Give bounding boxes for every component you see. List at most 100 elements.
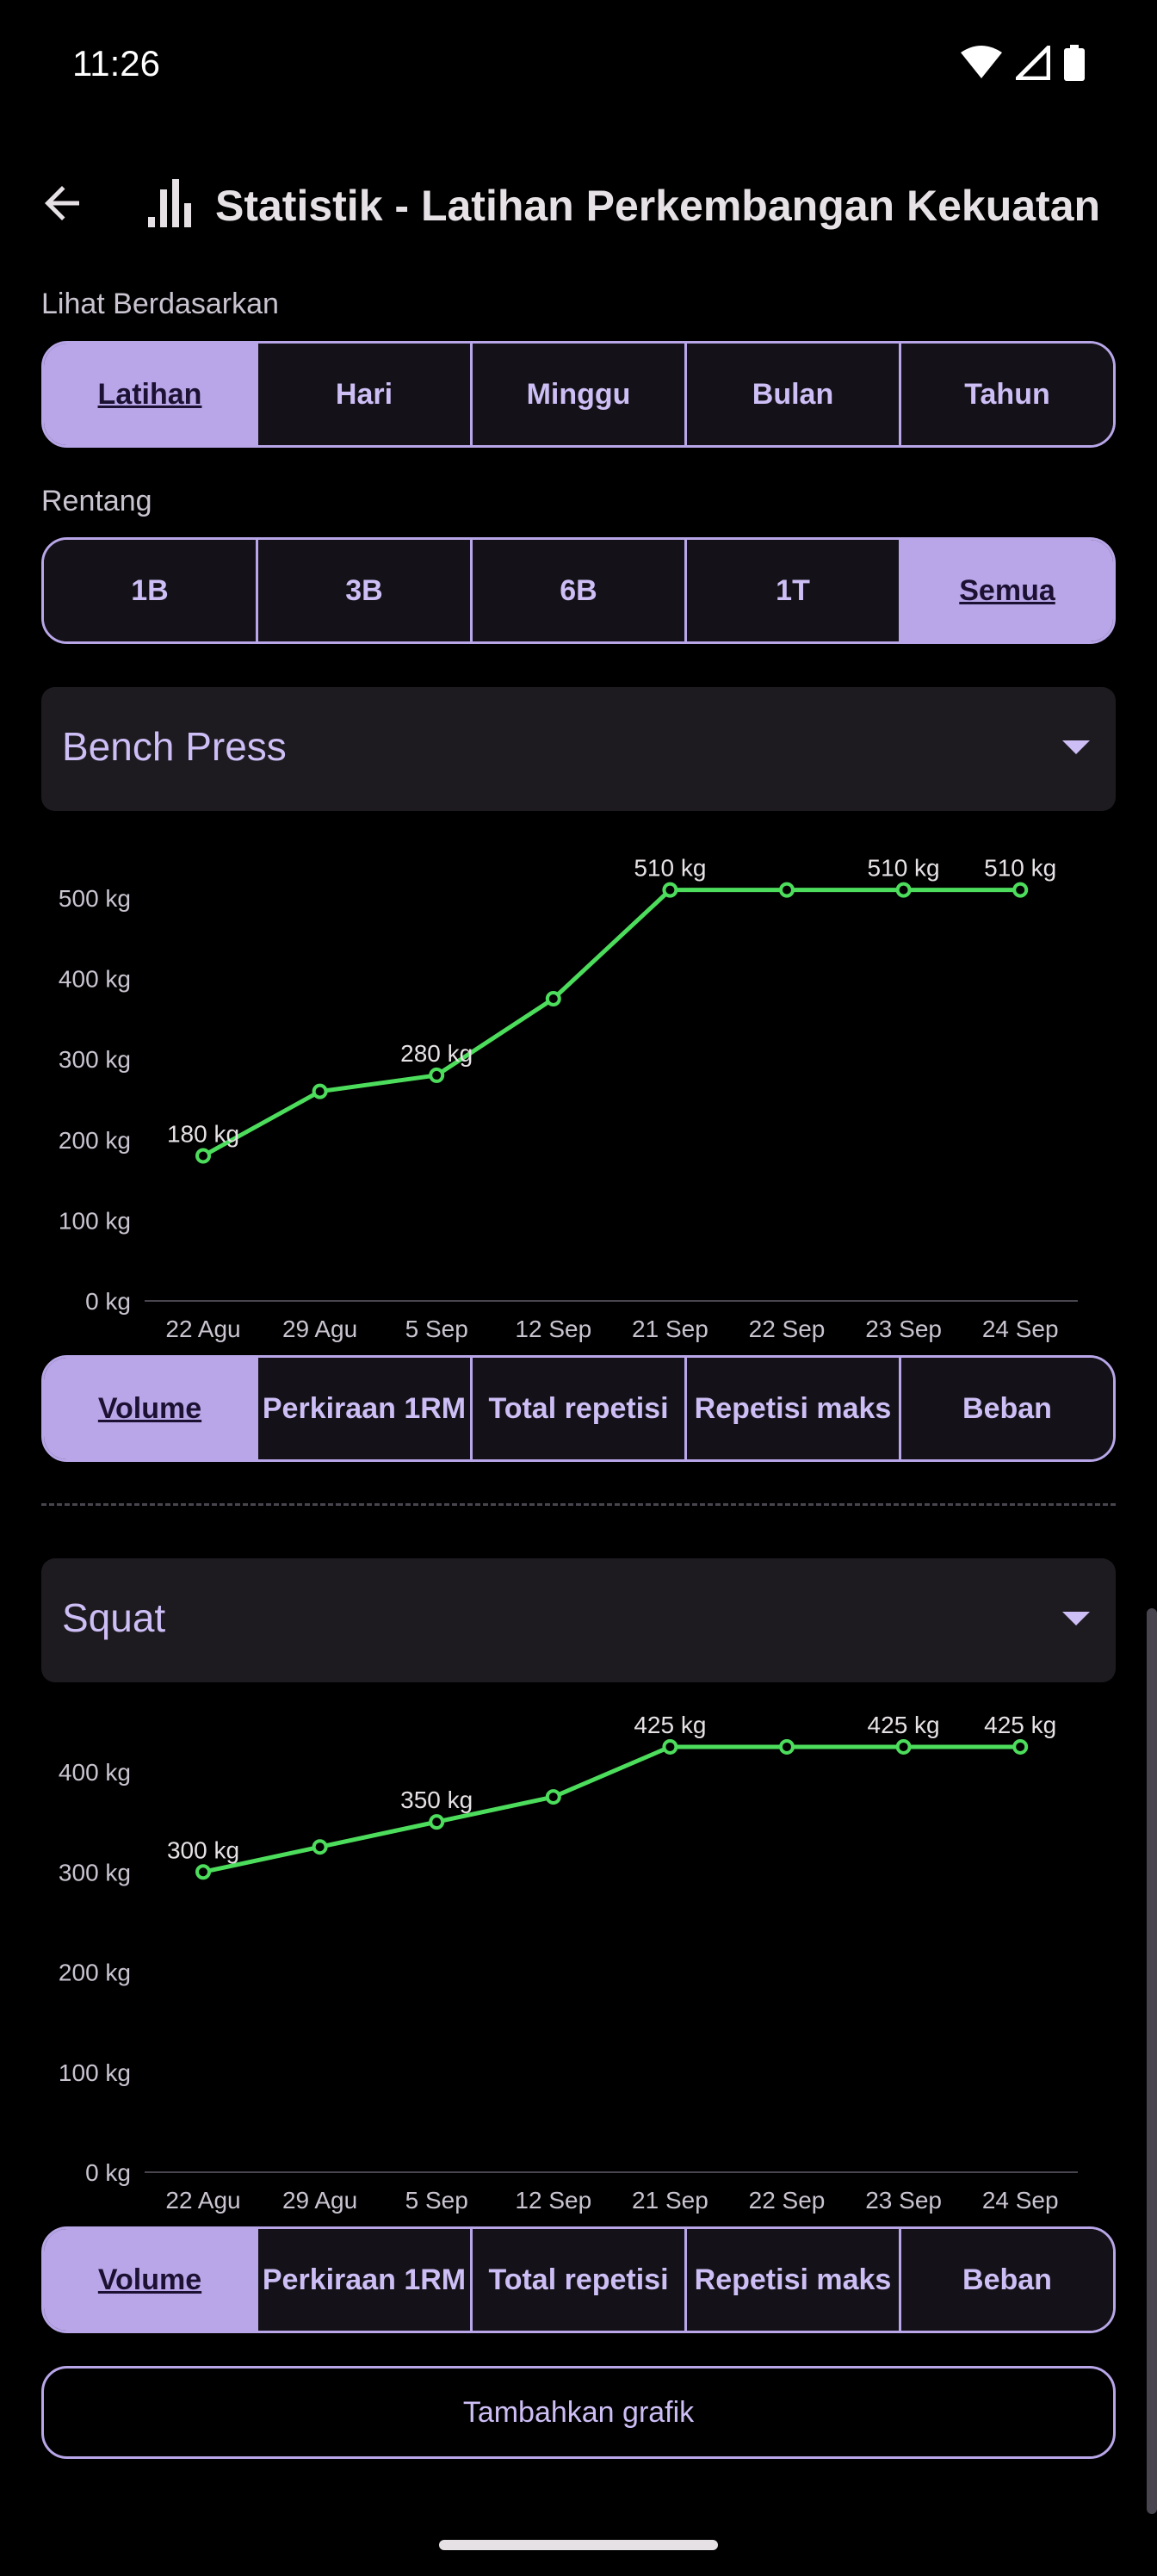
metric-option-max-reps[interactable]: Repetisi maks bbox=[687, 2229, 901, 2331]
data-label: 180 kg bbox=[167, 1121, 239, 1148]
x-tick-label: 29 Agu bbox=[282, 2187, 357, 2214]
y-tick-label: 300 kg bbox=[59, 1046, 131, 1073]
range-segmented: 1B 3B 6B 1T Semua bbox=[41, 537, 1116, 644]
exercise-dropdown-label: Squat bbox=[62, 1595, 166, 1640]
view-by-option-bulan[interactable]: Bulan bbox=[687, 344, 901, 445]
line-chart-svg: 0 kg 100 kg 200 kg 300 kg 400 kg 22 Agu 29 Agu… bbox=[59, 1712, 1078, 2214]
data-label: 510 kg bbox=[984, 855, 1056, 882]
y-tick-label: 100 kg bbox=[59, 2059, 131, 2086]
status-icons bbox=[961, 45, 1085, 81]
data-label: 300 kg bbox=[167, 1836, 239, 1863]
view-by-option-latihan[interactable]: Latihan bbox=[44, 344, 258, 445]
y-tick-label: 400 kg bbox=[59, 1759, 131, 1786]
range-option-1t[interactable]: 1T bbox=[687, 540, 901, 641]
range-option-semua[interactable]: Semua bbox=[901, 540, 1113, 641]
view-by-label: Lihat Berdasarkan bbox=[41, 288, 279, 320]
data-label: 425 kg bbox=[984, 1712, 1056, 1738]
data-point bbox=[312, 1839, 328, 1855]
x-tick-label: 22 Agu bbox=[165, 1316, 240, 1342]
data-point bbox=[662, 1738, 678, 1755]
metric-option-total-reps[interactable]: Total repetisi bbox=[473, 1358, 687, 1459]
status-time: 11:26 bbox=[72, 43, 160, 84]
range-option-6b[interactable]: 6B bbox=[473, 540, 687, 641]
view-by-segmented: Latihan Hari Minggu Bulan Tahun bbox=[41, 341, 1116, 448]
back-button[interactable] bbox=[31, 172, 93, 234]
y-tick-label: 0 kg bbox=[85, 2159, 131, 2186]
page-title: Statistik - Latihan Perkembangan Kekuata… bbox=[215, 182, 1101, 230]
metric-option-volume[interactable]: Volume bbox=[44, 2229, 258, 2331]
data-label: 425 kg bbox=[634, 1712, 706, 1738]
view-by-option-tahun[interactable]: Tahun bbox=[901, 344, 1113, 445]
data-point bbox=[895, 1738, 912, 1755]
data-label: 280 kg bbox=[400, 1040, 473, 1067]
y-tick-label: 100 kg bbox=[59, 1207, 131, 1234]
data-point bbox=[779, 1738, 795, 1755]
y-tick-label: 200 kg bbox=[59, 1127, 131, 1154]
bar-chart-icon bbox=[148, 179, 191, 227]
data-point bbox=[312, 1083, 328, 1099]
metric-option-weight[interactable]: Beban bbox=[901, 2229, 1113, 2331]
dropdown-arrow-icon bbox=[1062, 740, 1090, 754]
arrow-back-icon bbox=[45, 186, 79, 220]
data-point bbox=[429, 1067, 445, 1083]
x-tick-label: 24 Sep bbox=[982, 1316, 1059, 1342]
y-tick-label: 0 kg bbox=[85, 1288, 131, 1315]
series-line bbox=[202, 1744, 1021, 1874]
exercise-dropdown-label: Bench Press bbox=[62, 724, 287, 769]
range-option-3b[interactable]: 3B bbox=[258, 540, 473, 641]
data-point bbox=[1012, 882, 1029, 898]
x-tick-label: 22 Sep bbox=[749, 1316, 826, 1342]
x-tick-label: 21 Sep bbox=[632, 1316, 708, 1342]
x-tick-label: 21 Sep bbox=[632, 2187, 708, 2214]
data-point bbox=[662, 882, 678, 898]
metric-option-total-reps[interactable]: Total repetisi bbox=[473, 2229, 687, 2331]
add-chart-button[interactable]: Tambahkan grafik bbox=[41, 2366, 1116, 2459]
data-point bbox=[1012, 1738, 1029, 1755]
range-option-1b[interactable]: 1B bbox=[44, 540, 258, 641]
data-label: 425 kg bbox=[868, 1712, 940, 1738]
metric-segmented-2: Volume Perkiraan 1RM Total repetisi Repe… bbox=[41, 2226, 1116, 2333]
x-tick-label: 23 Sep bbox=[865, 1316, 942, 1342]
y-tick-label: 400 kg bbox=[59, 966, 131, 993]
x-tick-label: 22 Sep bbox=[749, 2187, 826, 2214]
app-bar: Statistik - Latihan Perkembangan Kekuata… bbox=[0, 155, 1157, 250]
y-tick-label: 300 kg bbox=[59, 1859, 131, 1886]
metric-option-1rm[interactable]: Perkiraan 1RM bbox=[258, 1358, 473, 1459]
data-point bbox=[429, 1814, 445, 1830]
view-by-option-minggu[interactable]: Minggu bbox=[473, 344, 687, 445]
x-tick-label: 5 Sep bbox=[405, 1316, 468, 1342]
metric-option-weight[interactable]: Beban bbox=[901, 1358, 1113, 1459]
x-tick-label: 22 Agu bbox=[165, 2187, 240, 2214]
exercise-dropdown-1[interactable]: Bench Press bbox=[41, 687, 1116, 811]
metric-option-max-reps[interactable]: Repetisi maks bbox=[687, 1358, 901, 1459]
x-tick-label: 12 Sep bbox=[515, 1316, 591, 1342]
data-point bbox=[545, 1789, 561, 1805]
dropdown-arrow-icon bbox=[1062, 1612, 1090, 1625]
x-tick-label: 24 Sep bbox=[982, 2187, 1059, 2214]
exercise-dropdown-2[interactable]: Squat bbox=[41, 1558, 1116, 1682]
data-point bbox=[779, 882, 795, 898]
metric-option-1rm[interactable]: Perkiraan 1RM bbox=[258, 2229, 473, 2331]
x-tick-label: 29 Agu bbox=[282, 1316, 357, 1342]
data-label: 510 kg bbox=[634, 855, 706, 882]
chart-divider bbox=[41, 1503, 1116, 1506]
x-tick-label: 5 Sep bbox=[405, 2187, 468, 2214]
data-point bbox=[195, 1864, 211, 1880]
metric-option-volume[interactable]: Volume bbox=[44, 1358, 258, 1459]
metric-segmented-1: Volume Perkiraan 1RM Total repetisi Repe… bbox=[41, 1355, 1116, 1462]
view-by-option-hari[interactable]: Hari bbox=[258, 344, 473, 445]
data-label: 350 kg bbox=[400, 1786, 473, 1813]
data-point bbox=[195, 1148, 211, 1164]
data-label: 510 kg bbox=[868, 855, 940, 882]
battery-icon bbox=[1064, 45, 1085, 81]
range-label: Rentang bbox=[41, 485, 152, 517]
x-tick-label: 23 Sep bbox=[865, 2187, 942, 2214]
wifi-icon bbox=[961, 46, 1002, 78]
home-indicator[interactable] bbox=[439, 2540, 718, 2550]
y-tick-label: 500 kg bbox=[59, 885, 131, 912]
status-bar: 11:26 bbox=[0, 0, 1157, 129]
volume-chart-1: 0 kg 100 kg 200 kg 300 kg 400 kg 500 kg 22 Agu… bbox=[0, 827, 1157, 1348]
scrollbar[interactable] bbox=[1147, 1608, 1157, 2514]
data-point bbox=[895, 882, 912, 898]
line-chart-svg: 0 kg 100 kg 200 kg 300 kg 400 kg 500 kg 22 Agu… bbox=[59, 855, 1078, 1342]
